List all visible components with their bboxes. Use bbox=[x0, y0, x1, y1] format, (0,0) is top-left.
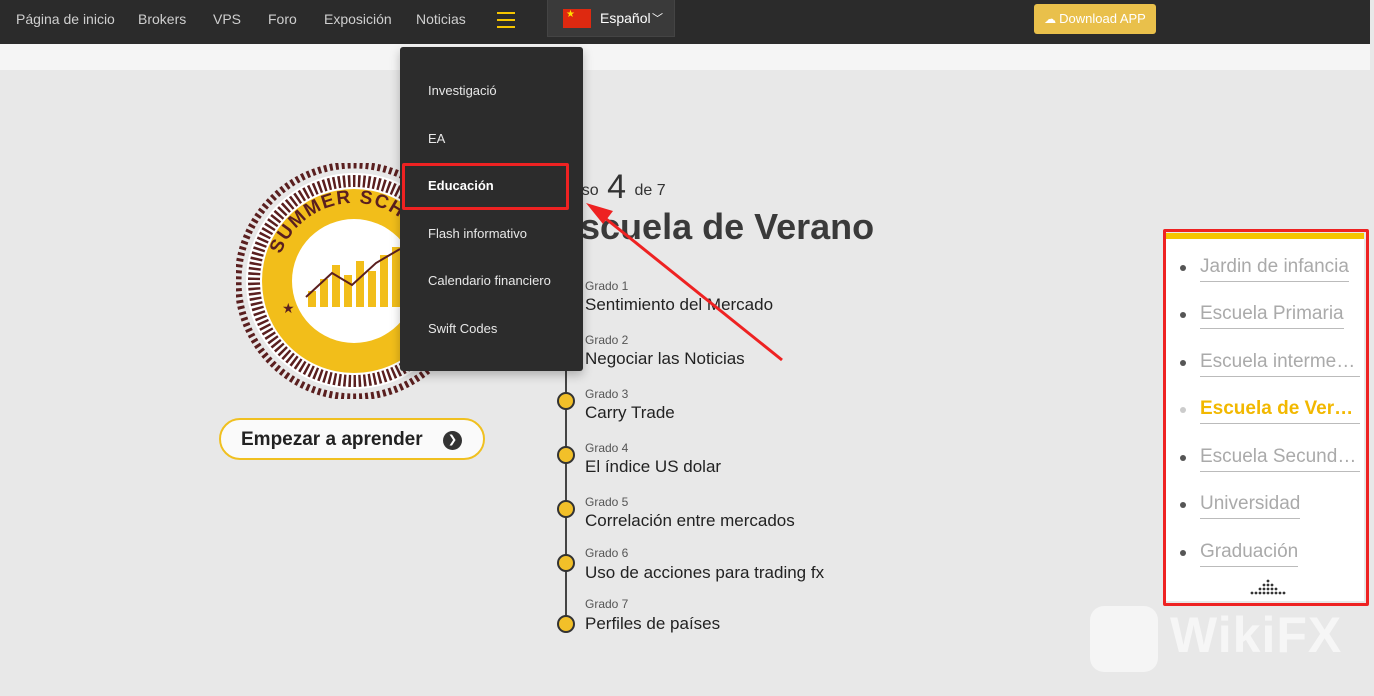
menu-item-swift-codes[interactable]: Swift Codes bbox=[428, 321, 497, 336]
badge-star-left: ★ bbox=[282, 300, 295, 316]
top-nav: Página de inicio Brokers VPS Foro Exposi… bbox=[0, 0, 1370, 44]
grade-title[interactable]: Negociar las Noticias bbox=[585, 349, 745, 369]
nav-home-link[interactable]: Página de inicio bbox=[16, 0, 115, 44]
timeline-dot bbox=[557, 446, 575, 464]
wikifx-logo-icon bbox=[1090, 606, 1158, 672]
timeline-dot bbox=[557, 392, 575, 410]
start-learning-button[interactable]: Empezar a aprender ❯ bbox=[219, 418, 485, 460]
download-app-button[interactable]: ☁ Download APP bbox=[1034, 4, 1156, 34]
grade-title[interactable]: Carry Trade bbox=[585, 403, 675, 423]
grade-title[interactable]: Correlación entre mercados bbox=[585, 511, 795, 531]
nav-brokers-link[interactable]: Brokers bbox=[138, 0, 186, 44]
language-selector[interactable]: ★ Español ﹀ bbox=[547, 0, 675, 37]
timeline-dot bbox=[557, 554, 575, 572]
grade-title[interactable]: El índice US dolar bbox=[585, 457, 721, 477]
cloud-download-icon: ☁ bbox=[1044, 12, 1057, 26]
hamburger-menu-icon[interactable] bbox=[497, 12, 515, 28]
grade-title[interactable]: Sentimiento del Mercado bbox=[585, 295, 773, 315]
chevron-right-icon: ❯ bbox=[443, 431, 462, 450]
menu-item-flash[interactable]: Flash informativo bbox=[428, 226, 527, 241]
educacion-highlight-box bbox=[402, 163, 569, 210]
start-learning-label: Empezar a aprender bbox=[241, 429, 423, 450]
grade-title[interactable]: Perfiles de países bbox=[585, 614, 720, 634]
china-flag-icon: ★ bbox=[563, 9, 591, 28]
grade-label: Grado 5 bbox=[585, 495, 629, 509]
grade-label: Grado 3 bbox=[585, 387, 629, 401]
grade-label: Grado 4 bbox=[585, 441, 629, 455]
grade-label: Grado 7 bbox=[585, 597, 629, 611]
grade-label: Grado 1 bbox=[585, 279, 629, 293]
menu-item-calendario[interactable]: Calendario financiero bbox=[428, 273, 551, 288]
menu-item-investigacion[interactable]: Investigació bbox=[428, 83, 497, 98]
grade-title[interactable]: Uso de acciones para trading fx bbox=[585, 563, 824, 583]
grade-label: Grado 6 bbox=[585, 546, 629, 560]
sub-bar bbox=[0, 44, 1370, 70]
chevron-down-icon: ﹀ bbox=[652, 13, 663, 25]
grade-label: Grado 2 bbox=[585, 333, 629, 347]
timeline-dot bbox=[557, 500, 575, 518]
download-app-label: Download APP bbox=[1059, 11, 1146, 26]
levels-highlight-box bbox=[1163, 229, 1369, 606]
nav-forum-link[interactable]: Foro bbox=[268, 0, 297, 44]
wikifx-watermark: WikiFX bbox=[1170, 607, 1343, 663]
nav-vps-link[interactable]: VPS bbox=[213, 0, 241, 44]
nav-news-link[interactable]: Noticias bbox=[416, 0, 466, 44]
menu-item-ea[interactable]: EA bbox=[428, 131, 445, 146]
course-suffix: de 7 bbox=[634, 182, 666, 199]
course-number: 4 bbox=[607, 168, 627, 206]
course-title: Escuela de Verano bbox=[556, 206, 875, 247]
timeline-dot bbox=[557, 615, 575, 633]
nav-exposure-link[interactable]: Exposición bbox=[324, 0, 392, 44]
language-label: Español bbox=[600, 10, 651, 26]
